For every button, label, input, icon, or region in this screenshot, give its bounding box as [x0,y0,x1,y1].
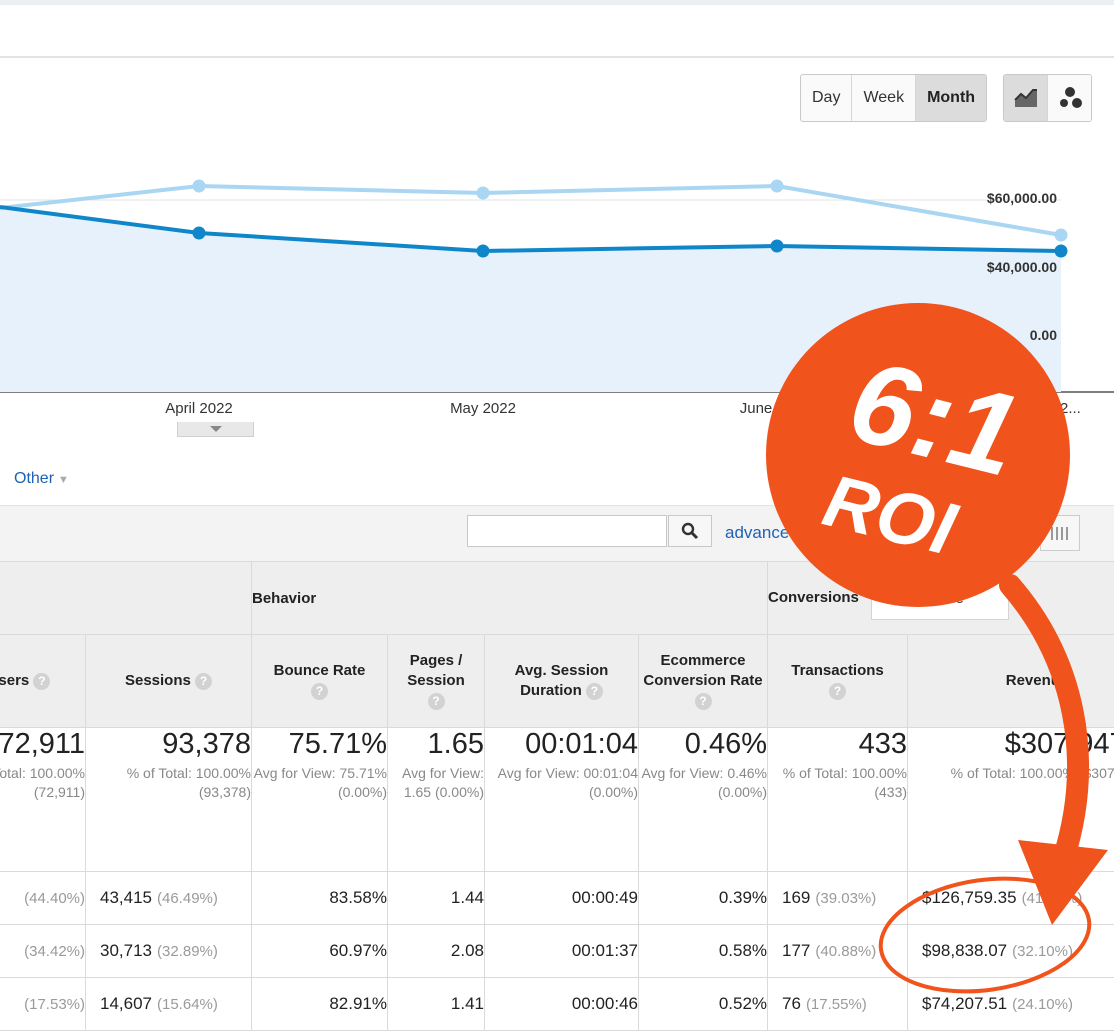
annotation-arrow [999,574,1089,871]
roi-annotation: 6:1 ROI [766,303,1108,994]
